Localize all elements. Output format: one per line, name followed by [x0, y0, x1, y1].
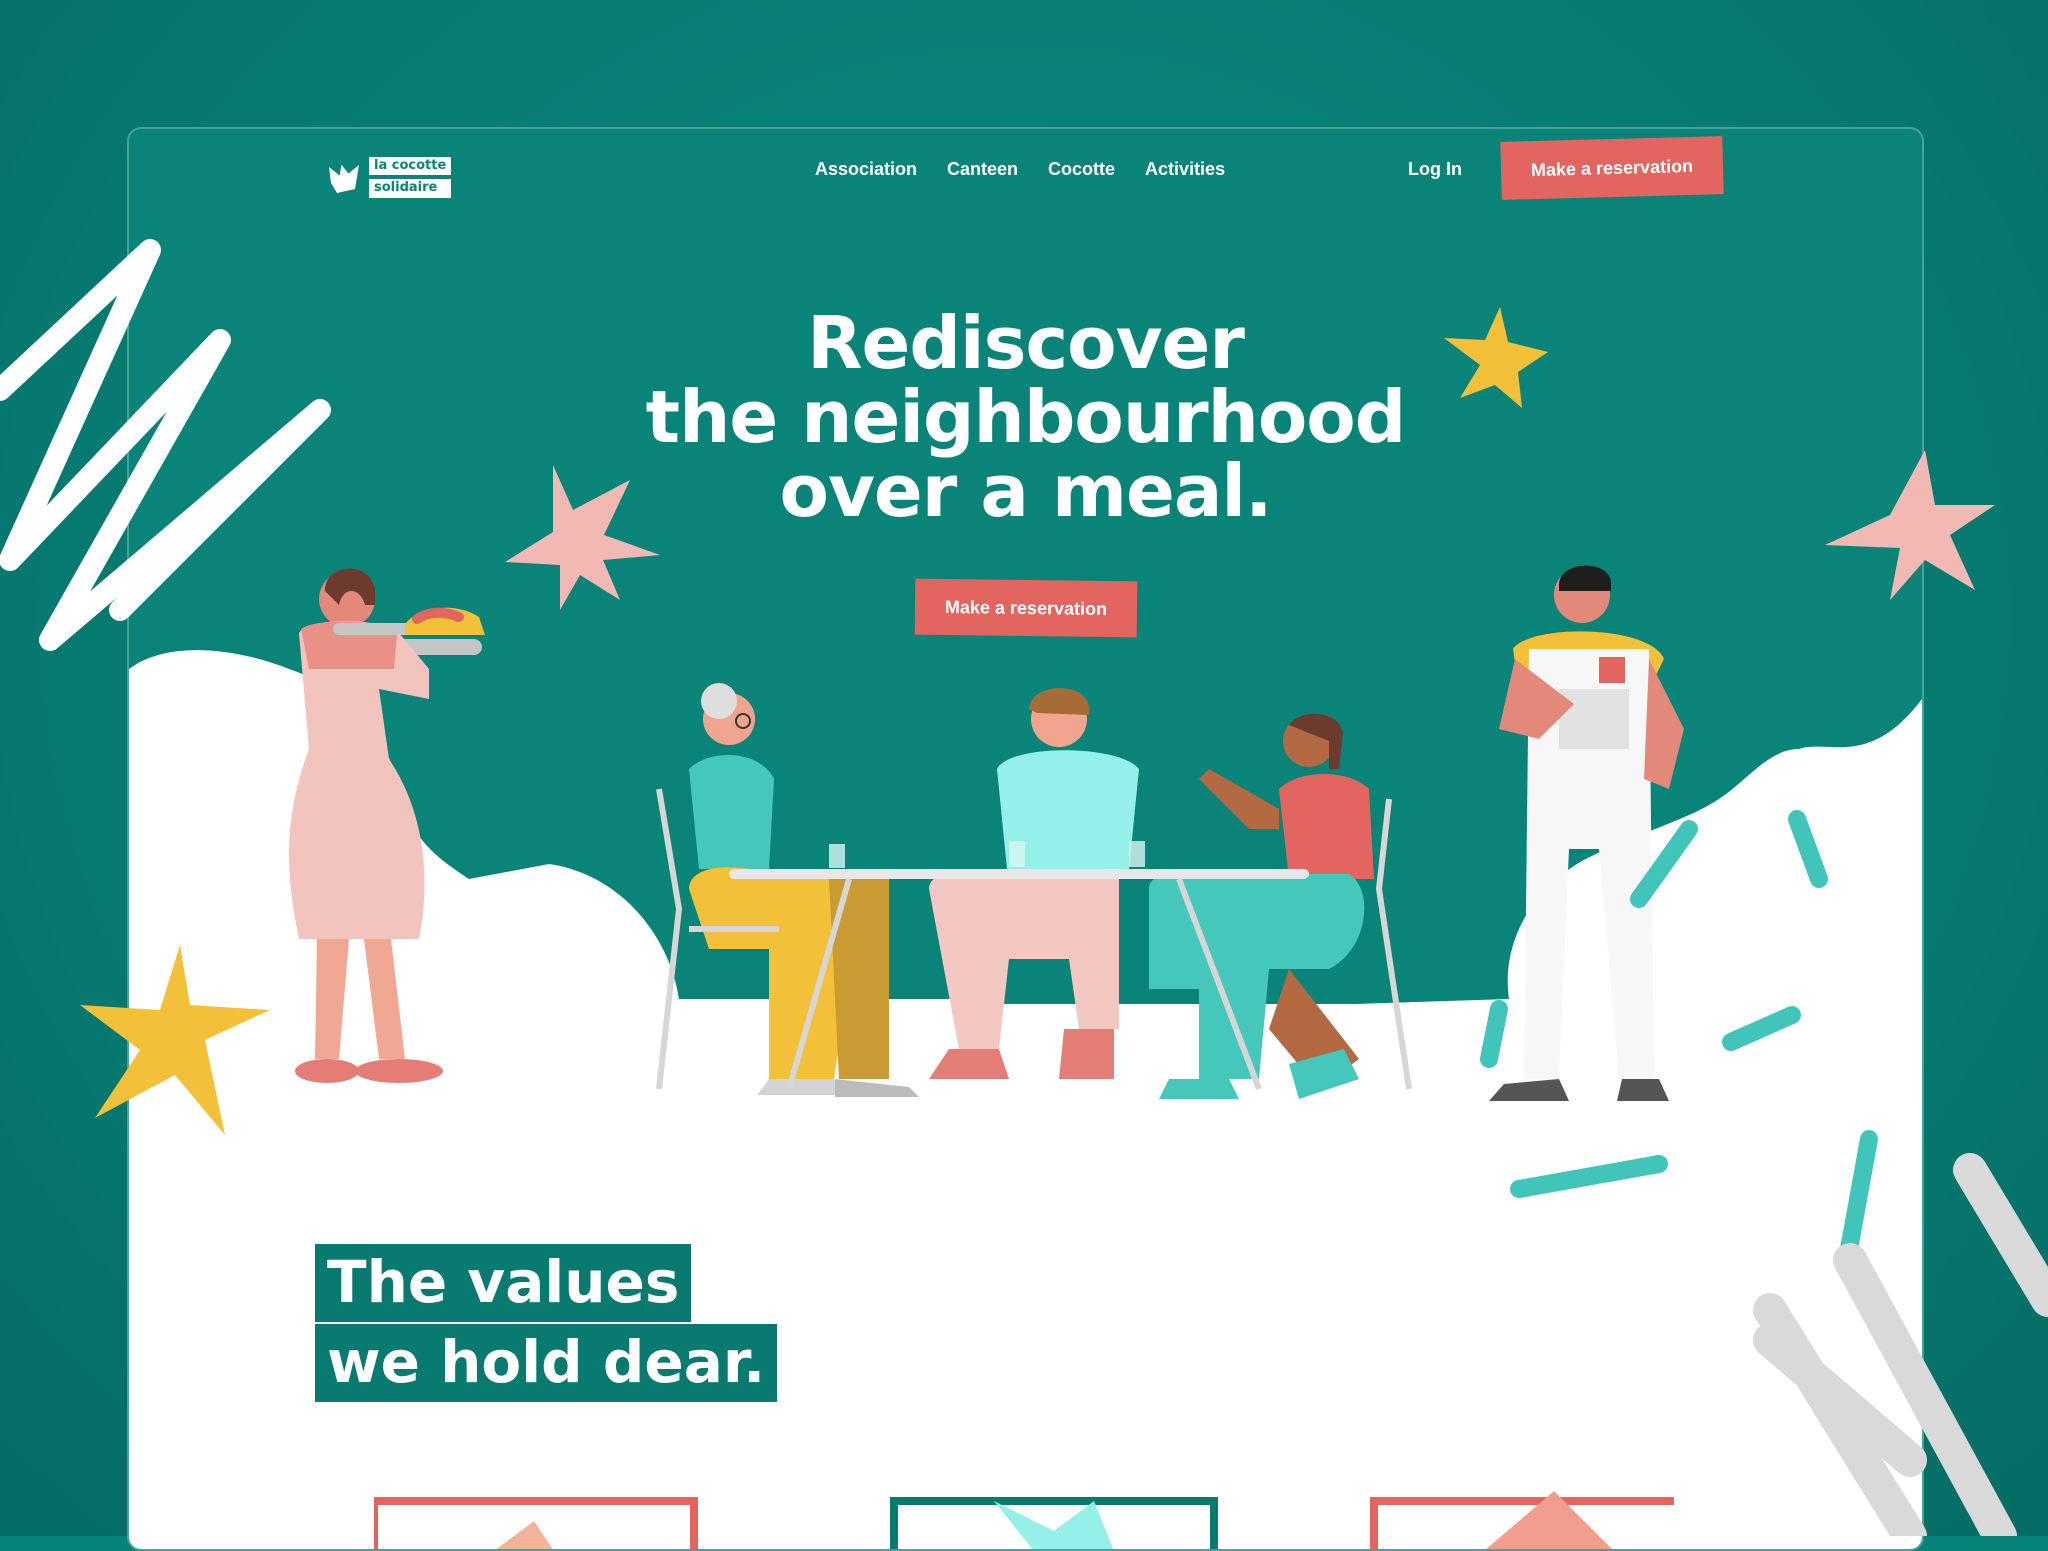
value-cards-preview	[374, 1491, 1674, 1549]
website-frame: la cocotte solidaire Association Canteen…	[127, 127, 1924, 1551]
values-heading: The values we hold dear.	[315, 1244, 778, 1402]
waitress-figure	[289, 568, 485, 1083]
values-heading-line-1: The values	[315, 1244, 692, 1322]
value-card-1	[374, 1497, 698, 1549]
value-card-2	[890, 1497, 1218, 1549]
value-card-3	[1370, 1491, 1674, 1549]
young-man-figure	[929, 688, 1139, 1079]
values-heading-line-2: we hold dear.	[315, 1324, 778, 1402]
elderly-woman-figure	[656, 683, 919, 1097]
standing-man-figure	[1489, 565, 1684, 1101]
